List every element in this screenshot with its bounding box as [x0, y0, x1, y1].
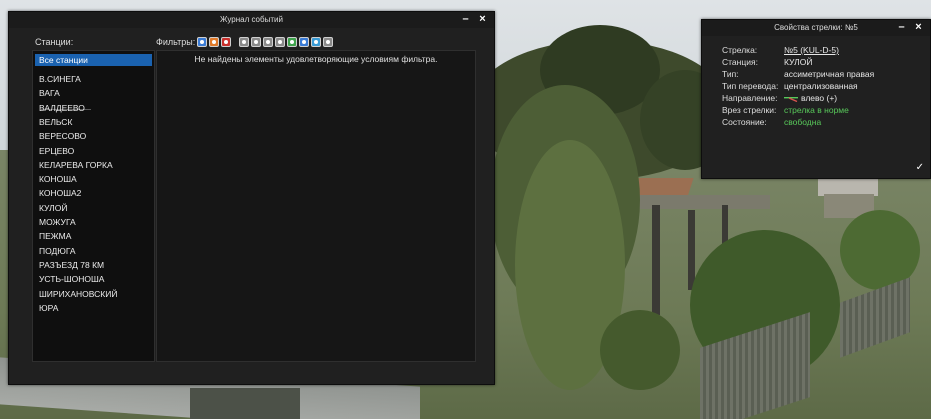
filter-glyph [278, 40, 282, 44]
station-item[interactable]: ВЕЛЬСК [35, 116, 152, 128]
station-item[interactable]: КЕЛАРЕВА ГОРКА [35, 159, 152, 171]
platform [620, 195, 770, 209]
prop-label-cut: Врез стрелки: [722, 105, 777, 115]
filter-glyph [200, 40, 204, 44]
prop-value-station: КУЛОЙ [784, 57, 813, 67]
station-item[interactable]: ЮРА [35, 302, 152, 314]
prop-value-cut: стрелка в норме [784, 105, 849, 115]
station-item[interactable]: КОНОША [35, 173, 152, 185]
station-item[interactable]: ВАЛДЕЕВО [35, 102, 152, 114]
prop-label-control: Тип перевода: [722, 81, 779, 91]
close-button[interactable]: × [912, 21, 925, 34]
prop-label-switch: Стрелка: [722, 45, 758, 55]
events-results-panel[interactable]: Не найдены элементы удовлетворяющие усло… [156, 50, 476, 362]
station-item[interactable]: УСТЬ-ШОНОША [35, 273, 152, 285]
station-item[interactable]: ПЕЖМА [35, 230, 152, 242]
prop-value-direction: влево (+) [801, 93, 838, 103]
stations-label: Станции: [35, 37, 74, 47]
filter-glyph [266, 40, 270, 44]
filter-glyph [302, 40, 306, 44]
station-item[interactable]: ВАГА [35, 87, 152, 99]
filters-label: Фильтры: [156, 37, 196, 47]
filter-type-icon-7[interactable] [311, 37, 321, 47]
prop-value-control: централизованная [784, 81, 858, 91]
filter-event-icon-3[interactable] [221, 37, 231, 47]
station-item[interactable]: В.СИНЕГА [35, 73, 152, 85]
ok-checkmark-button[interactable]: ✓ [916, 162, 924, 173]
prop-value-state: свободна [784, 117, 822, 127]
filter-glyph [290, 40, 294, 44]
prop-value-direction-row: влево (+) [784, 93, 837, 103]
station-item[interactable]: ПОДЮГА [35, 245, 152, 257]
switch-properties-window: Свойства стрелки: №5 – × Стрелка: №5 (KU… [701, 19, 931, 179]
events-window-title: Журнал событий [220, 15, 283, 24]
station-item[interactable]: МОЖУГА [35, 216, 152, 228]
filter-type-icon-4[interactable] [275, 37, 285, 47]
events-titlebar[interactable]: Журнал событий – × [9, 12, 494, 28]
filter-event-icon-2[interactable] [209, 37, 219, 47]
station-item[interactable]: КОНОША2 [35, 187, 152, 199]
prop-label-type: Тип: [722, 69, 739, 79]
vehicle [190, 388, 300, 419]
filter-glyph [224, 40, 228, 44]
filter-glyph [212, 40, 216, 44]
filter-glyph [254, 40, 258, 44]
station-item[interactable]: РАЗЪЕЗД 78 КМ [35, 259, 152, 271]
station-item-all[interactable]: Все станции [35, 54, 152, 66]
station-item[interactable]: ЕРЦЕВО [35, 145, 152, 157]
filter-event-icon-1[interactable] [197, 37, 207, 47]
filter-type-icon-6[interactable] [299, 37, 309, 47]
station-item[interactable]: ВЕРЕСОВО [35, 130, 152, 142]
minimize-button[interactable]: – [459, 13, 472, 26]
close-button[interactable]: × [476, 13, 489, 26]
prop-label-state: Состояние: [722, 117, 767, 127]
station-item[interactable]: КУЛОЙ [35, 202, 152, 214]
pillar [652, 205, 660, 315]
filter-type-icon-8[interactable] [323, 37, 333, 47]
filter-glyph [242, 40, 246, 44]
props-titlebar[interactable]: Свойства стрелки: №5 – × [702, 20, 930, 36]
bush [600, 310, 680, 390]
filter-type-icon-1[interactable] [239, 37, 249, 47]
no-results-message: Не найдены элементы удовлетворяющие усло… [194, 54, 438, 64]
prop-value-switch-link[interactable]: №5 (KUL-D-5) [784, 45, 839, 55]
filter-glyph [314, 40, 318, 44]
filter-type-icon-2[interactable] [251, 37, 261, 47]
filter-glyph [326, 40, 330, 44]
prop-value-type: ассиметричная правая [784, 69, 875, 79]
prop-label-direction: Направление: [722, 93, 778, 103]
filter-type-icon-5[interactable] [287, 37, 297, 47]
events-journal-window: Журнал событий – × Станции: Фильтры: Все… [8, 11, 495, 385]
filter-type-icon-3[interactable] [263, 37, 273, 47]
switch-direction-icon [784, 96, 798, 102]
stations-list[interactable]: Все станции В.СИНЕГА ВАГА ВАЛДЕЕВО ВЕЛЬС… [32, 50, 155, 362]
minimize-button[interactable]: – [895, 21, 908, 34]
prop-label-station: Станция: [722, 57, 758, 67]
station-item[interactable]: ШИРИХАНОВСКИЙ [35, 288, 152, 300]
